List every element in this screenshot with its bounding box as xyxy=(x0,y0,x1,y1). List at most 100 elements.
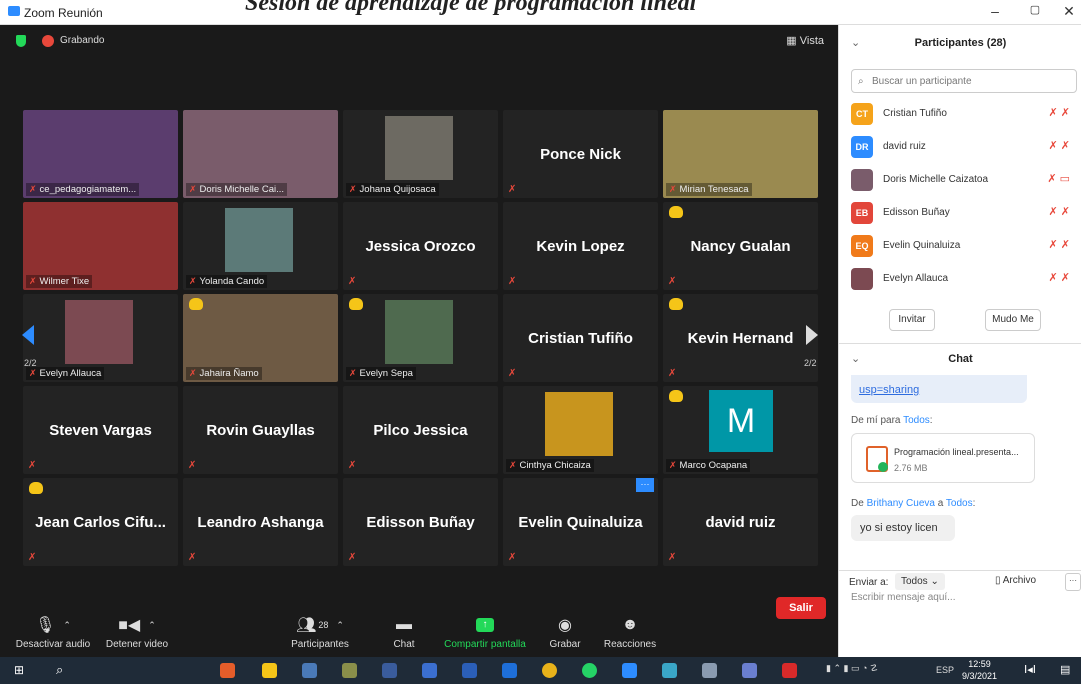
video-tile[interactable]: ✗ Jahaira Ñamo xyxy=(183,294,338,382)
tile-participant-name: Marco Ocapana xyxy=(679,460,748,471)
invite-button[interactable]: Invitar xyxy=(889,309,935,331)
app-icon-12[interactable] xyxy=(662,663,677,678)
clock-date: 9/3/2021 xyxy=(962,671,998,681)
video-tile[interactable]: Rovin Guayllas ✗ xyxy=(183,386,338,474)
video-tile[interactable]: Evelin Quinaluiza ✗ ··· xyxy=(503,478,658,566)
taskbar-search-icon[interactable]: ⌕ xyxy=(56,663,71,678)
video-tile[interactable]: ✗ Cinthya Chicaiza xyxy=(503,386,658,474)
collapse-chat-chevron-icon[interactable]: ⌄ xyxy=(851,344,860,374)
more-options-button[interactable]: ··· xyxy=(1065,573,1081,591)
video-tile[interactable]: M ✗ Marco Ocapana xyxy=(663,386,818,474)
message-1-to[interactable]: Todos xyxy=(903,415,930,426)
muted-microphone-icon: ✗ xyxy=(188,460,197,471)
video-tile[interactable]: ✗ Wilmer Tixe xyxy=(23,202,178,290)
app-icon-5[interactable] xyxy=(382,663,397,678)
participant-row[interactable]: CT Cristian Tufiño ✗ ✗ xyxy=(839,98,1081,130)
app-icon-3[interactable] xyxy=(302,663,317,678)
video-tile[interactable]: Ponce Nick ✗ xyxy=(503,110,658,198)
input-language[interactable]: ESP xyxy=(936,665,954,675)
share-screen-button[interactable]: ↑ Compartir pantalla xyxy=(440,615,530,650)
message-2-sender[interactable]: Brithany Cueva xyxy=(867,498,935,509)
mic-and-video-status-icon: ✗ ✗ xyxy=(1048,272,1071,284)
previous-page-arrow-icon[interactable] xyxy=(22,325,34,345)
message-2-to[interactable]: Todos xyxy=(946,498,973,509)
muted-microphone-icon: ✗ xyxy=(668,552,677,563)
participant-row[interactable]: EB Edisson Buñay ✗ ✗ xyxy=(839,197,1081,229)
video-tile[interactable]: ✗ Evelyn Sepa xyxy=(343,294,498,382)
participant-name: Edisson Buñay xyxy=(883,207,950,218)
next-page-arrow-icon[interactable] xyxy=(806,325,818,345)
video-tile[interactable]: Steven Vargas ✗ xyxy=(23,386,178,474)
participant-row[interactable]: EQ Evelin Quinaluiza ✗ ✗ xyxy=(839,230,1081,262)
video-tile[interactable]: ✗ Mirian Tenesaca xyxy=(663,110,818,198)
video-tile[interactable]: ✗ Yolanda Cando xyxy=(183,202,338,290)
video-tile[interactable]: ✗ ce_pedagogiamatem... xyxy=(23,110,178,198)
close-button[interactable]: ✕ xyxy=(1054,3,1081,20)
file-attachment-card[interactable]: Programación lineal.presenta... 2.76 MB xyxy=(851,433,1035,483)
chat-link-bubble[interactable]: usp=sharing xyxy=(851,375,1027,403)
reactions-button[interactable]: ☻ Reacciones xyxy=(600,615,660,650)
participants-count: 28 xyxy=(318,620,329,630)
windows-start-icon[interactable]: ⊞ xyxy=(14,663,29,678)
system-tray-icons[interactable]: ▮ ⌃ ▮ ▭ ◔ ☡ xyxy=(826,663,878,674)
video-tile[interactable]: Kevin Hernand ✗ xyxy=(663,294,818,382)
chat-button[interactable]: ▬ Chat xyxy=(384,615,424,650)
participant-row[interactable]: Evelyn Allauca ✗ ✗ xyxy=(839,263,1081,295)
participants-label: Participantes xyxy=(291,639,349,650)
video-tile[interactable]: Jessica Orozco ✗ xyxy=(343,202,498,290)
maximize-button[interactable]: ▢ xyxy=(1020,3,1050,16)
taskbar-clock[interactable]: 12:59 9/3/2021 xyxy=(962,658,997,682)
record-button[interactable]: ◉ Grabar xyxy=(545,615,585,650)
pdf-reader-icon[interactable] xyxy=(782,663,797,678)
tile-more-options-icon[interactable]: ··· xyxy=(636,478,654,492)
stop-video-button[interactable]: ■◀ ⌃ Detener video xyxy=(102,615,172,650)
word-icon[interactable] xyxy=(462,663,477,678)
video-tile[interactable]: ✗ Evelyn Allauca xyxy=(23,294,178,382)
participants-header: ⌄ Participantes (28) xyxy=(839,25,1081,59)
participant-search-input[interactable]: ⌕ Buscar un participante xyxy=(851,69,1077,93)
participant-avatar: CT xyxy=(851,103,873,125)
video-tile[interactable]: Jean Carlos Cifu... ✗ xyxy=(23,478,178,566)
app-icon-14[interactable] xyxy=(742,663,757,678)
collapse-chevron-icon[interactable]: ⌄ xyxy=(851,25,860,61)
security-shield-icon[interactable] xyxy=(16,35,26,47)
chat-link-text[interactable]: usp=sharing xyxy=(859,384,919,396)
file-explorer-icon[interactable] xyxy=(262,663,277,678)
chat-message-input[interactable]: Escribir mensaje aquí... xyxy=(851,592,956,603)
minimize-button[interactable]: – xyxy=(980,3,1010,19)
tile-name-label: ✗ Yolanda Cando xyxy=(186,275,268,288)
view-button[interactable]: ▦ Vista xyxy=(786,34,824,47)
muted-microphone-icon: ✗ xyxy=(509,460,517,470)
participant-row[interactable]: Doris Michelle Caizatoa ✗ ▭ xyxy=(839,164,1081,196)
mute-label: Desactivar audio xyxy=(15,639,91,650)
notifications-icon[interactable]: ▤ xyxy=(1060,663,1075,678)
video-tile[interactable]: Leandro Ashanga ✗ xyxy=(183,478,338,566)
video-tile[interactable]: Kevin Lopez ✗ xyxy=(503,202,658,290)
chrome-icon[interactable] xyxy=(542,663,557,678)
video-tile[interactable]: david ruiz ✗ xyxy=(663,478,818,566)
video-tile[interactable]: Edisson Buñay ✗ xyxy=(343,478,498,566)
video-tile[interactable]: Nancy Gualan ✗ xyxy=(663,202,818,290)
app-icon-4[interactable] xyxy=(342,663,357,678)
mute-button[interactable]: 🎙︎ ⌃ Desactivar audio xyxy=(14,615,92,650)
brave-browser-icon[interactable] xyxy=(220,663,235,678)
mute-me-button[interactable]: Mudo Me xyxy=(985,309,1041,331)
app-icon-6[interactable] xyxy=(422,663,437,678)
tile-participant-name: Jahaira Ñamo xyxy=(199,368,259,379)
app-icon-8[interactable] xyxy=(502,663,517,678)
send-to-dropdown[interactable]: Todos ⌄ xyxy=(895,573,945,590)
participants-button[interactable]: 👥︎ 28 ⌃ Participantes xyxy=(288,615,352,650)
app-icon-13[interactable] xyxy=(702,663,717,678)
leave-meeting-button[interactable]: Salir xyxy=(776,597,826,619)
app-icon-tray[interactable]: Ⅰ◂Ⅰ xyxy=(1024,663,1039,678)
video-tile[interactable]: Pilco Jessica ✗ xyxy=(343,386,498,474)
video-tile[interactable]: ✗ Doris Michelle Cai... xyxy=(183,110,338,198)
participant-row[interactable]: DR david ruiz ✗ ✗ xyxy=(839,131,1081,163)
whatsapp-icon[interactable] xyxy=(582,663,597,678)
file-button[interactable]: ▯ Archivo xyxy=(995,575,1036,586)
video-tile[interactable]: Cristian Tufiño ✗ xyxy=(503,294,658,382)
mail-icon[interactable] xyxy=(622,663,637,678)
chat-label: Chat xyxy=(393,639,415,650)
muted-microphone-icon: ✗ xyxy=(29,368,37,378)
video-tile[interactable]: ✗ Johana Quijosaca xyxy=(343,110,498,198)
